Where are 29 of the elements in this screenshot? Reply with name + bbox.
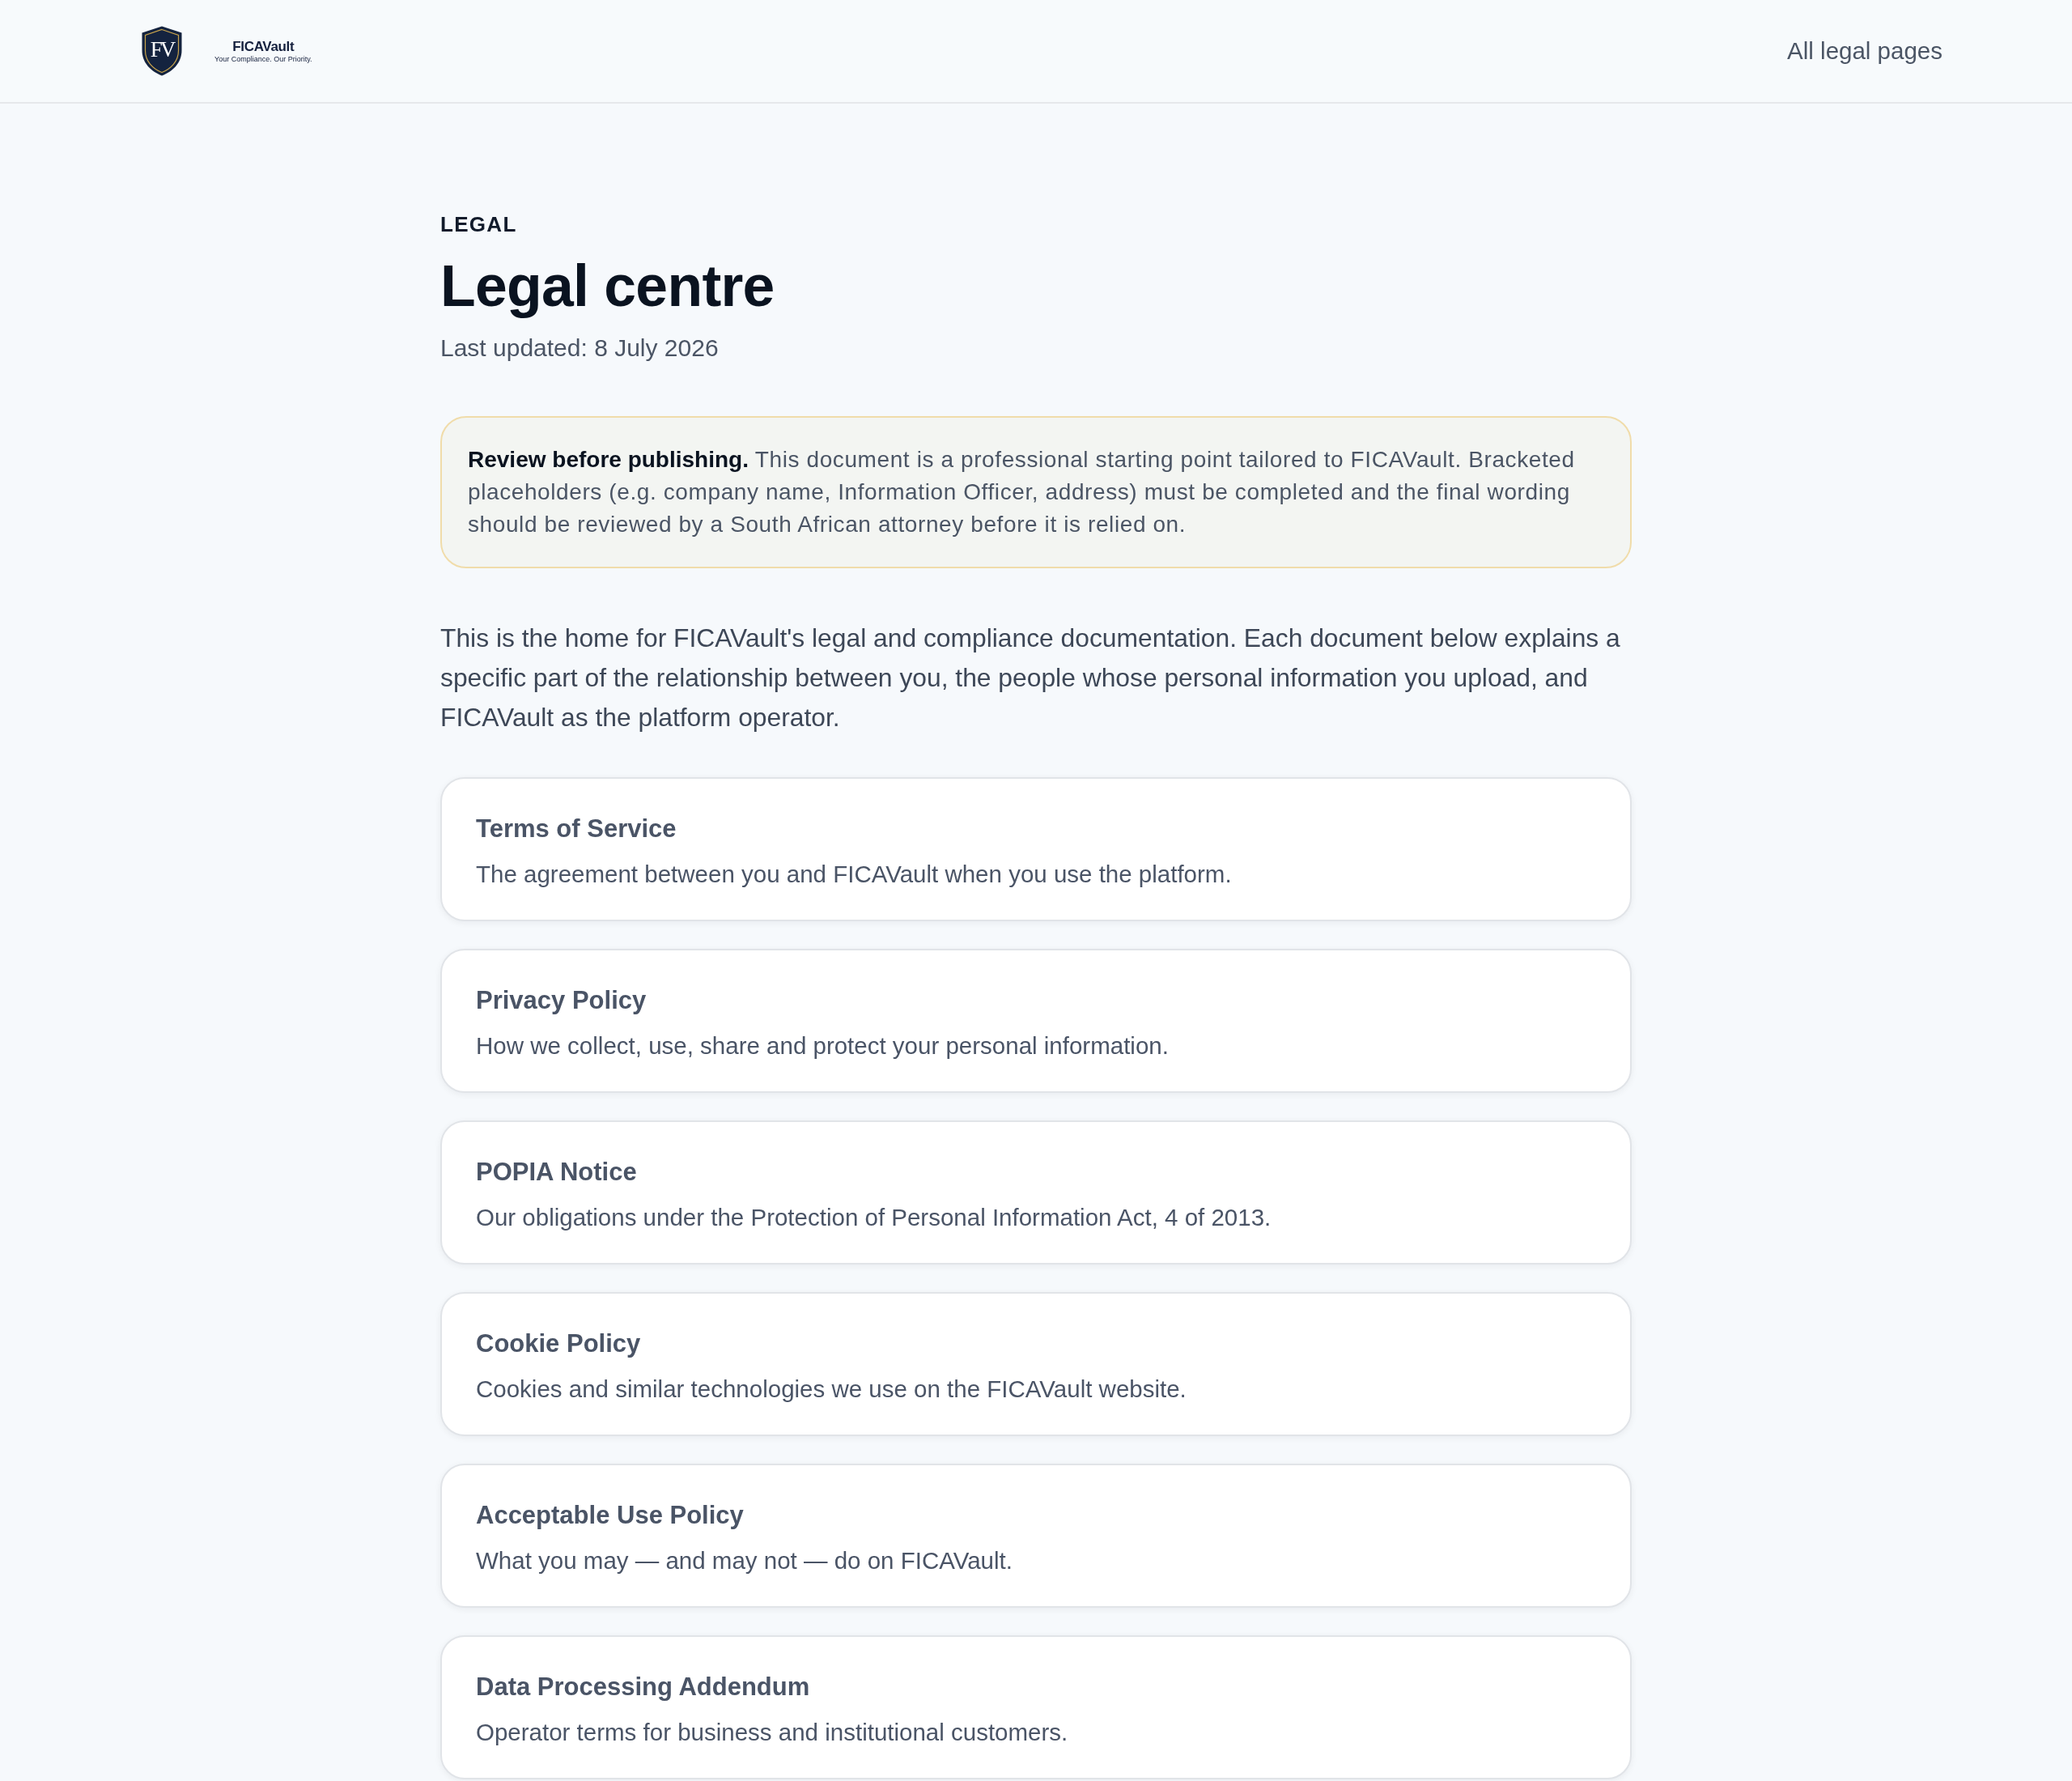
document-description: Cookies and similar technologies we use on the FICAVault website.: [476, 1375, 1187, 1404]
document-title: Terms of Service: [476, 814, 677, 844]
document-title: Cookie Policy: [476, 1328, 642, 1358]
document-card[interactable]: POPIA Notice Our obligations under the Protection of Personal Information Act, 4 of 2013.: [440, 1120, 1632, 1265]
document-title: Acceptable Use Policy: [476, 1500, 745, 1530]
document-description: How we collect, use, share and protect your personal information.: [476, 1031, 1170, 1061]
document-card[interactable]: Acceptable Use Policy What you may — and may not — do on FICAVault.: [440, 1464, 1632, 1608]
document-description: What you may — and may not — do on FICAVault.: [476, 1546, 1013, 1575]
last-updated-text: Last updated: 8 July 2026: [440, 334, 720, 363]
document-title: Privacy Policy: [476, 985, 648, 1015]
logo-tagline: Your Compliance. Our Priority.: [214, 55, 312, 63]
document-card[interactable]: Data Processing Addendum Operator terms for business and institutional customers.: [440, 1635, 1632, 1779]
document-card[interactable]: Privacy Policy How we collect, use, share and protect your personal information.: [440, 949, 1632, 1093]
nav-link[interactable]: All legal pages: [1787, 35, 1942, 67]
shield-icon: [142, 26, 182, 76]
logo-wordmark: FICAVault: [232, 39, 295, 53]
document-description: Operator terms for business and institutional customers.: [476, 1718, 1069, 1747]
document-card[interactable]: Cookie Policy Cookies and similar technologies we use on the FICAVault website.: [440, 1292, 1632, 1436]
page-title: Legal centre: [440, 255, 775, 317]
document-description: The agreement between you and FICAVault when you use the platform.: [476, 860, 1233, 889]
section-eyebrow: LEGAL: [440, 212, 518, 237]
logo-link[interactable]: FV FICAVault Your Compliance. Our Priority.: [130, 26, 312, 76]
intro-paragraph: This is the home for FICAVault's legal and compliance documentation. Each document below explains a specific part of the relationship between you, the people whose personal information you upload, and FICAVault as the platform operator.: [440, 623, 1621, 733]
document-description: Our obligations under the Protection of Personal Information Act, 4 of 2013.: [476, 1203, 1272, 1232]
document-title: Data Processing Addendum: [476, 1672, 811, 1702]
document-title: POPIA Notice: [476, 1157, 638, 1187]
logo-monogram: FV: [150, 38, 174, 60]
review-notice: Review before publishing. This document is a professional starting point tailored to FICAVault. Bracketed placeholders (e.g. company name, Information Officer, address) must be completed and the final wording should be reviewed by a South African attorney before it is relied on.: [440, 416, 1632, 568]
document-card[interactable]: Terms of Service The agreement between you and FICAVault when you use the platform.: [440, 777, 1632, 921]
